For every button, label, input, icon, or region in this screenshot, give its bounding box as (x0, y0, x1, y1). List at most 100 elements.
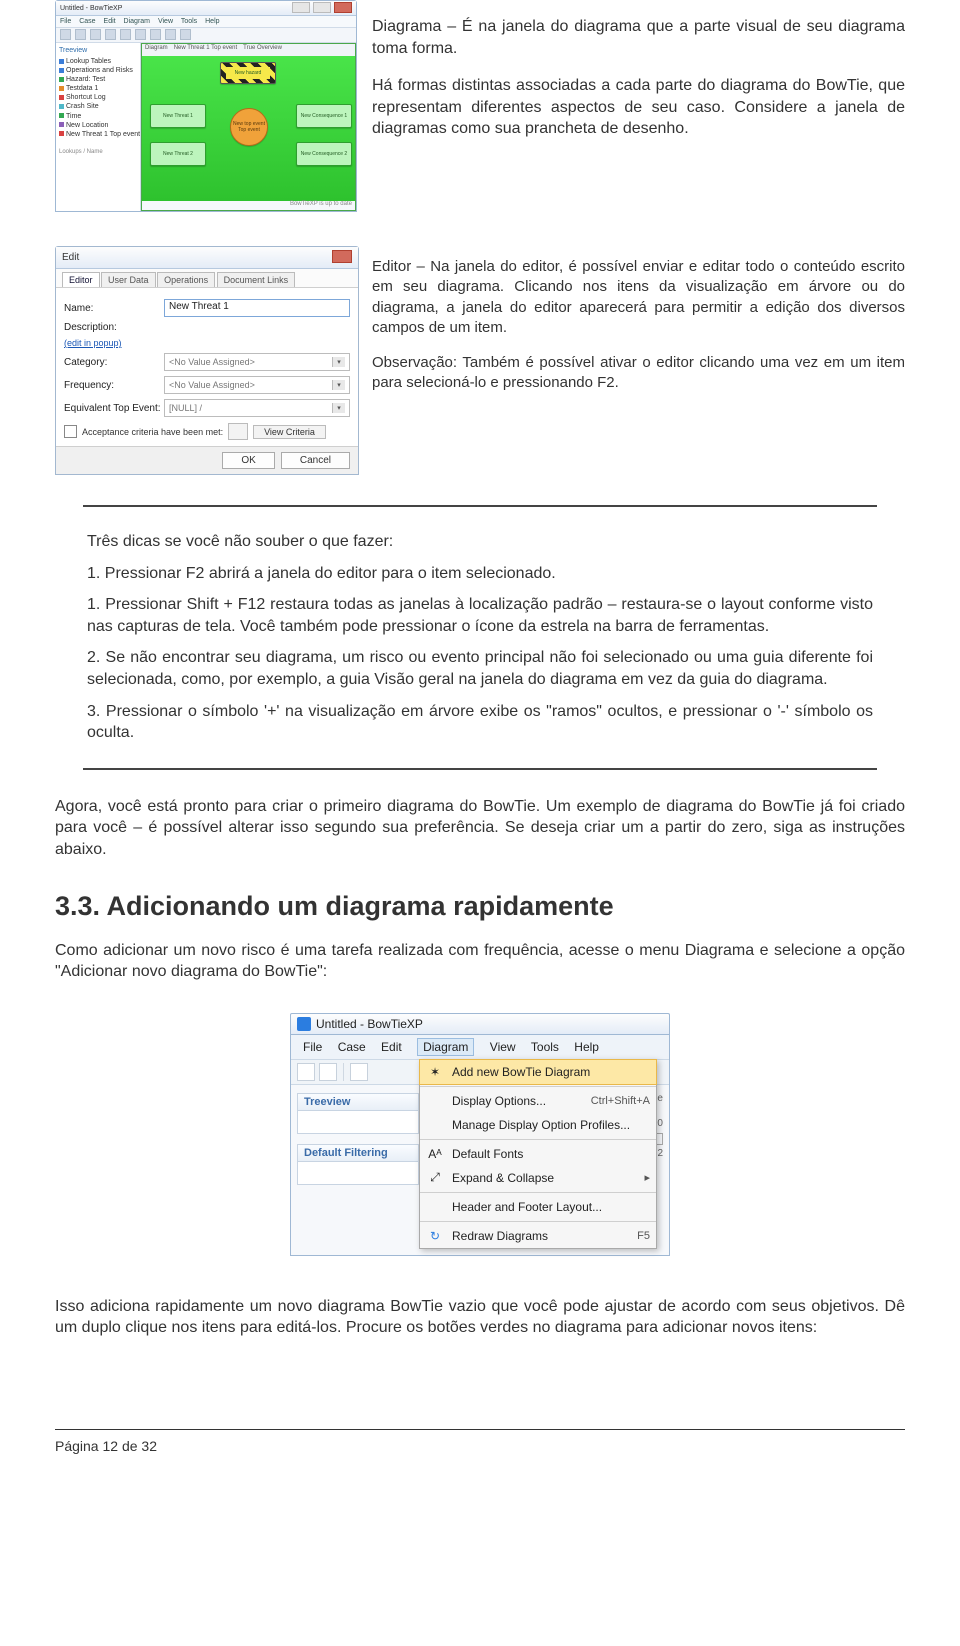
square-icon (59, 131, 64, 136)
menu-edit[interactable]: Edit (381, 1040, 402, 1054)
paragraph: Agora, você está pronto para criar o pri… (55, 796, 905, 861)
square-icon (59, 104, 64, 109)
view-criteria-button[interactable]: View Criteria (253, 425, 326, 439)
tree-item[interactable]: Testdata 1 (59, 84, 137, 93)
menu-item-header-footer[interactable]: Header and Footer Layout... (420, 1195, 656, 1219)
open-icon[interactable] (319, 1063, 337, 1081)
menu-file[interactable]: File (303, 1040, 322, 1054)
diagram-canvas[interactable]: New hazard New top event Top event New T… (142, 56, 355, 201)
toolbar-icon[interactable] (165, 29, 176, 40)
ok-button[interactable]: OK (222, 452, 274, 469)
diagram-panel: Diagram New Threat 1 Top event True Over… (141, 43, 356, 211)
toolbar-icon[interactable] (60, 29, 71, 40)
tree-item[interactable]: Crash Site (59, 102, 137, 111)
menu-item-default-fonts[interactable]: Aᴬ Default Fonts (420, 1142, 656, 1166)
menu-item-redraw[interactable]: ↻ Redraw Diagrams F5 (420, 1224, 656, 1248)
toolbar-icon[interactable] (75, 29, 86, 40)
tree-item[interactable]: Operations and Risks (59, 66, 137, 75)
tree-item[interactable]: New Threat 1 Top event (59, 130, 137, 139)
menu-tools[interactable]: Tools (181, 18, 197, 25)
equivalent-top-event-label: Equivalent Top Event: (64, 403, 164, 414)
threat-shape[interactable]: New Threat 2 (150, 142, 206, 166)
square-icon (59, 122, 64, 127)
frequency-select[interactable]: <No Value Assigned> ▾ (164, 376, 350, 394)
threat-shape[interactable]: New Threat 1 (150, 104, 206, 128)
separator (420, 1221, 656, 1222)
toolbar-icon[interactable] (105, 29, 116, 40)
menu-diagram[interactable]: Diagram (417, 1038, 474, 1056)
treeview-body[interactable] (297, 1111, 419, 1134)
square-icon (59, 86, 64, 91)
close-icon[interactable] (332, 250, 352, 263)
window-titlebar: Untitled - BowTieXP (56, 1, 356, 16)
tree-item[interactable]: Shortcut Log (59, 93, 137, 102)
menu-tools[interactable]: Tools (531, 1040, 559, 1054)
menu-item-manage-profiles[interactable]: Manage Display Option Profiles... (420, 1113, 656, 1137)
equivalent-top-event-select[interactable]: [NULL] / ▾ (164, 399, 350, 417)
paragraph: Diagrama – É na janela do diagrama que a… (372, 16, 905, 59)
menu-file[interactable]: File (60, 18, 71, 25)
tree-item[interactable]: New Location (59, 121, 137, 130)
diagram-tab[interactable]: Diagram (145, 45, 168, 56)
tree-item[interactable]: Hazard: Test (59, 75, 137, 84)
close-icon[interactable] (334, 2, 352, 13)
undo-icon[interactable] (350, 1063, 368, 1081)
toolbar-icon[interactable] (135, 29, 146, 40)
tree-item[interactable]: Time (59, 112, 137, 121)
page-footer: Página 12 de 32 (55, 1429, 905, 1454)
tips-box: Três dicas se você não souber o que faze… (83, 505, 877, 770)
new-icon[interactable] (297, 1063, 315, 1081)
tab-operations[interactable]: Operations (157, 272, 215, 287)
app-icon (297, 1017, 311, 1031)
paragraph: Há formas distintas associadas a cada pa… (372, 75, 905, 140)
chevron-down-icon: ▾ (332, 380, 345, 390)
menu-diagram[interactable]: Diagram (124, 18, 150, 25)
menu-item-add-bowtie[interactable]: ✶ Add new BowTie Diagram (419, 1059, 657, 1085)
blank-icon (426, 1092, 444, 1110)
filtering-body[interactable] (297, 1162, 419, 1185)
diagram-tab[interactable]: New Threat 1 Top event (174, 45, 237, 56)
statusbar: BowTieXP is up to date (142, 201, 355, 210)
dialog-title: Edit (62, 252, 79, 263)
maximize-icon[interactable] (313, 2, 331, 13)
toolbar-icon[interactable] (120, 29, 131, 40)
name-input[interactable]: New Threat 1 (164, 299, 350, 317)
tab-user-data[interactable]: User Data (101, 272, 156, 287)
tips-heading: Três dicas se você não souber o que faze… (87, 531, 873, 553)
separator (420, 1139, 656, 1140)
consequence-shape[interactable]: New Consequence 1 (296, 104, 352, 128)
tip: 3. Pressionar o símbolo '+' na visualiza… (87, 701, 873, 744)
toolbar-icon[interactable] (90, 29, 101, 40)
paragraph: Isso adiciona rapidamente um novo diagra… (55, 1296, 905, 1339)
diagram-tab[interactable]: True Overview (243, 45, 282, 56)
menu-item-display-options[interactable]: Display Options... Ctrl+Shift+A (420, 1089, 656, 1113)
hazard-shape[interactable]: New hazard (220, 62, 276, 84)
tip: 1. Pressionar Shift + F12 restaura todas… (87, 594, 873, 637)
tab-editor[interactable]: Editor (62, 272, 100, 287)
tree-item[interactable]: Lookup Tables (59, 57, 137, 66)
tab-document-links[interactable]: Document Links (217, 272, 296, 287)
list-icon[interactable] (228, 423, 248, 440)
filtering-header: Default Filtering (297, 1144, 419, 1162)
treeview-header: Treeview (59, 47, 137, 54)
menu-view[interactable]: View (490, 1040, 516, 1054)
consequence-shape[interactable]: New Consequence 2 (296, 142, 352, 166)
minimize-icon[interactable] (292, 2, 310, 13)
menu-help[interactable]: Help (574, 1040, 599, 1054)
acceptance-checkbox[interactable] (64, 425, 77, 438)
category-select[interactable]: <No Value Assigned> ▾ (164, 353, 350, 371)
tip: 1. Pressionar F2 abrirá a janela do edit… (87, 563, 873, 585)
menu-help[interactable]: Help (205, 18, 219, 25)
menu-screenshot: Untitled - BowTieXP File Case Edit Diagr… (290, 1013, 670, 1256)
cancel-button[interactable]: Cancel (281, 452, 350, 469)
menu-edit[interactable]: Edit (104, 18, 116, 25)
toolbar-icon[interactable] (150, 29, 161, 40)
toolbar-icon[interactable] (180, 29, 191, 40)
menu-item-expand-collapse[interactable]: ⤢ Expand & Collapse ▸ (420, 1166, 656, 1190)
menu-view[interactable]: View (158, 18, 173, 25)
top-event-shape[interactable]: New top event Top event (230, 108, 268, 146)
edit-in-popup-link[interactable]: (edit in popup) (64, 338, 122, 348)
menu-case[interactable]: Case (338, 1040, 366, 1054)
menu-case[interactable]: Case (79, 18, 95, 25)
square-icon (59, 59, 64, 64)
